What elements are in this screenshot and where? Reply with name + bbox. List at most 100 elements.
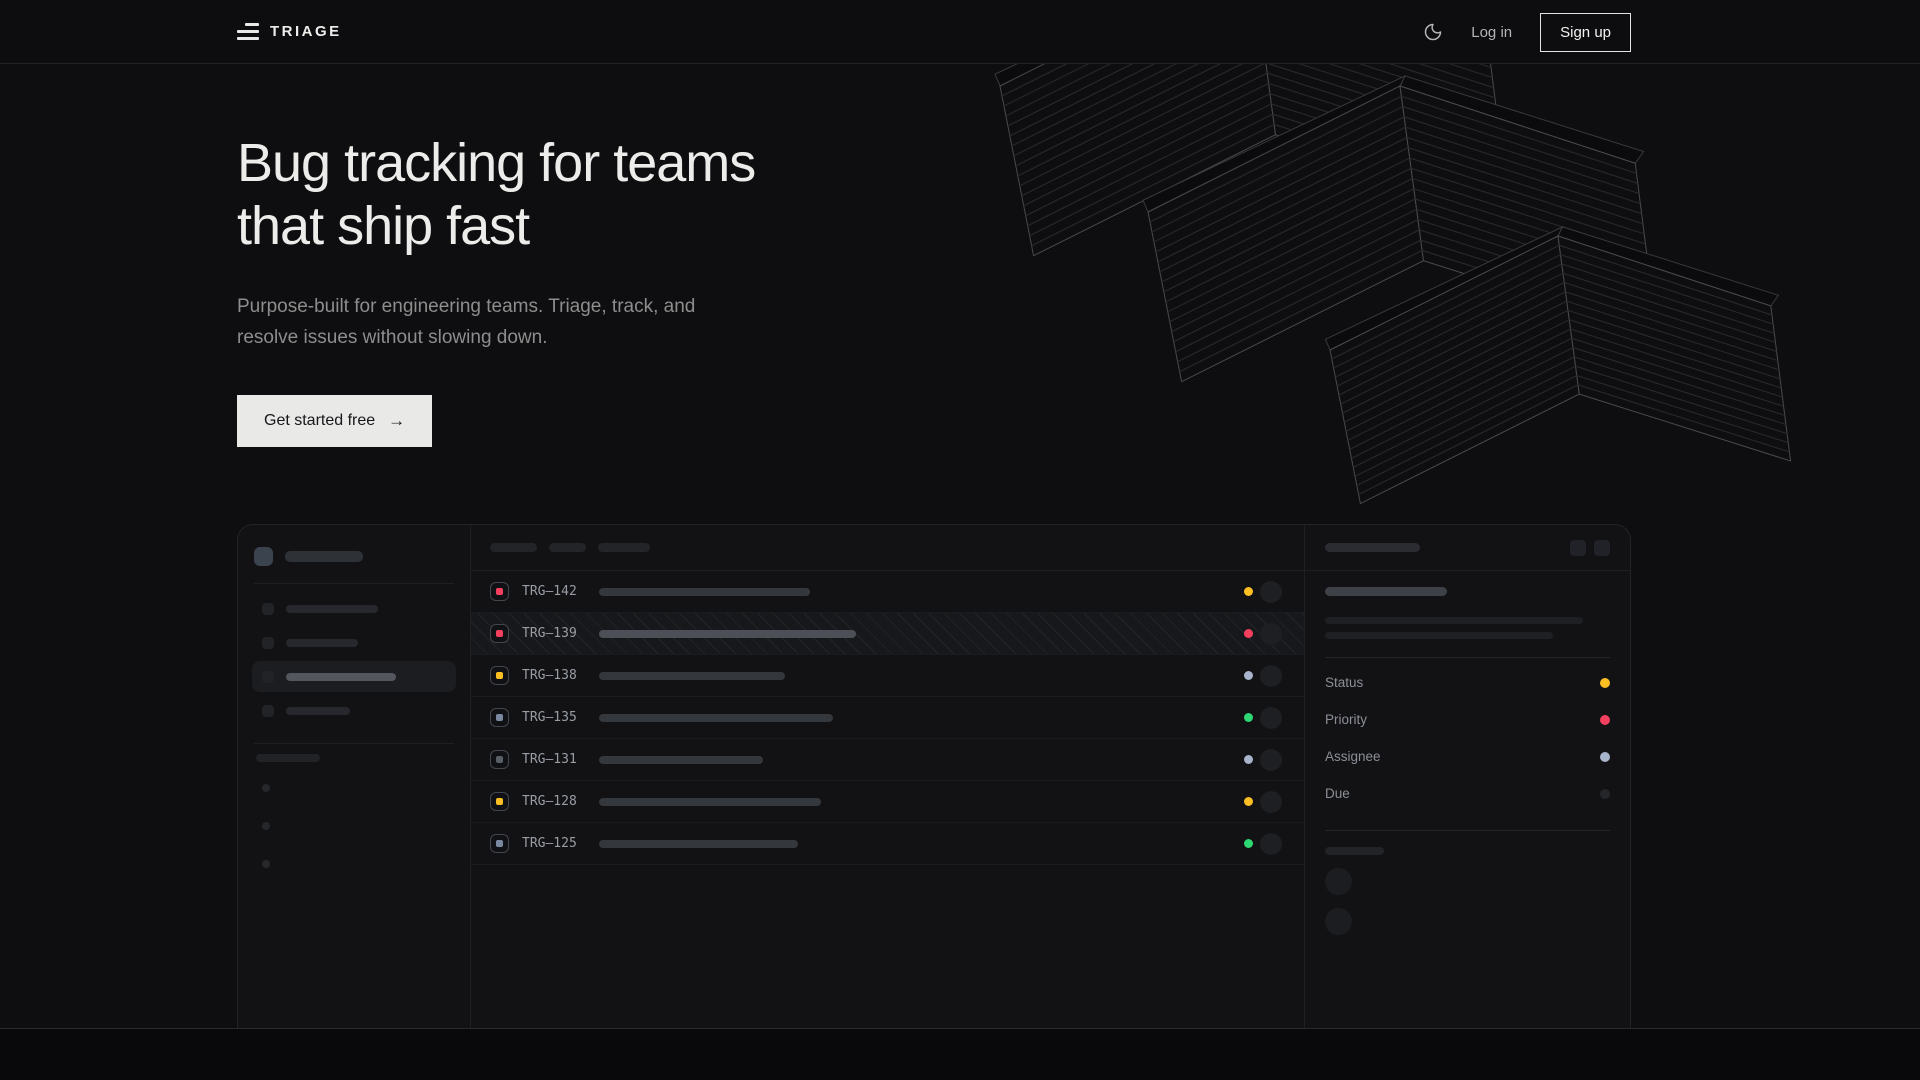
sidebar-item-icon: [262, 603, 274, 615]
issue-type-icon: [490, 666, 509, 685]
field-value-dot: [1600, 789, 1610, 799]
activity-avatar: [1325, 908, 1352, 935]
preview-sidebar: [238, 525, 471, 1028]
detail-fields: Status Priority Assignee Due: [1325, 664, 1610, 812]
assignee-avatar: [1260, 707, 1282, 729]
issue-row: TRG–125: [471, 823, 1304, 865]
sidebar-item: [252, 627, 456, 658]
issue-id: TRG–138: [522, 668, 590, 683]
sidebar-item: [252, 593, 456, 624]
issue-title-skeleton: [599, 840, 798, 848]
theme-toggle-button[interactable]: [1423, 22, 1443, 42]
issue-id: TRG–139: [522, 626, 590, 641]
sidebar-item-active: [252, 661, 456, 692]
assignee-avatar: [1260, 665, 1282, 687]
status-dot: [1244, 713, 1253, 722]
title-line-1: Bug tracking for teams: [237, 133, 755, 193]
status-dot: [1244, 839, 1253, 848]
workspace-switcher: [254, 547, 454, 566]
sidebar-bullet: [262, 784, 270, 792]
issue-id: TRG–135: [522, 710, 590, 725]
divider: [254, 743, 454, 744]
sidebar-item-icon: [262, 671, 274, 683]
detail-header: [1305, 525, 1630, 571]
sidebar-item-label-skeleton: [286, 707, 350, 715]
section-label-skeleton: [256, 754, 320, 762]
issue-detail-panel: Status Priority Assignee Due: [1305, 525, 1630, 1028]
field-label: Priority: [1325, 712, 1367, 727]
issue-id: TRG–142: [522, 584, 590, 599]
issue-type-icon: [490, 708, 509, 727]
issue-type-icon: [490, 834, 509, 853]
footer: [0, 1028, 1920, 1080]
moon-icon: [1423, 22, 1443, 42]
issue-type-icon: [490, 582, 509, 601]
panel-action-icon: [1594, 540, 1610, 556]
activity-label-skeleton: [1325, 847, 1384, 855]
detail-header-skeleton: [1325, 543, 1420, 552]
status-dot: [1244, 629, 1253, 638]
sidebar-item-label-skeleton: [286, 673, 396, 681]
issue-title-skeleton: [599, 798, 821, 806]
field-value-dot: [1600, 678, 1610, 688]
issue-id: TRG–125: [522, 836, 590, 851]
sidebar-item-label-skeleton: [286, 639, 358, 647]
issue-id: TRG–128: [522, 794, 590, 809]
hero-section: Bug tracking for teams that ship fast Pu…: [0, 64, 1920, 447]
arrow-right-icon: →: [388, 411, 405, 431]
login-link[interactable]: Log in: [1471, 24, 1512, 41]
status-dot: [1244, 797, 1253, 806]
issue-rows: TRG–142 TRG–139 TRG–138 TRG–135 TRG–131 TRG–1…: [471, 571, 1304, 865]
issue-row: TRG–139: [471, 613, 1304, 655]
app-preview-card: TRG–142 TRG–139 TRG–138 TRG–135 TRG–131 TRG–1…: [237, 524, 1631, 1028]
activity-avatar: [1325, 868, 1352, 895]
issue-title-skeleton: [599, 714, 833, 722]
field-label: Status: [1325, 675, 1363, 690]
issue-title-skeleton: [599, 588, 810, 596]
panel-action-icon: [1570, 540, 1586, 556]
workspace-name-skeleton: [285, 551, 363, 562]
issue-title-skeleton: [599, 672, 785, 680]
cta-label: Get started free: [264, 412, 375, 430]
detail-field-status: Status: [1325, 664, 1610, 701]
detail-body: Status Priority Assignee Due: [1305, 571, 1630, 935]
assignee-avatar: [1260, 791, 1282, 813]
issue-row: TRG–142: [471, 571, 1304, 613]
field-value-dot: [1600, 715, 1610, 725]
issue-description-skeleton: [1325, 632, 1553, 639]
field-label: Due: [1325, 786, 1350, 801]
issue-description-skeleton: [1325, 617, 1583, 624]
brand: TRIAGE: [237, 23, 342, 40]
get-started-button[interactable]: Get started free →: [237, 395, 432, 447]
detail-header-buttons: [1570, 540, 1610, 556]
issue-row: TRG–128: [471, 781, 1304, 823]
assignee-avatar: [1260, 749, 1282, 771]
issue-type-icon: [490, 624, 509, 643]
hero-subtitle: Purpose-built for engineering teams. Tri…: [237, 292, 717, 353]
issue-row: TRG–131: [471, 739, 1304, 781]
detail-field-due: Due: [1325, 775, 1610, 812]
issue-title-skeleton: [599, 756, 763, 764]
issue-row: TRG–138: [471, 655, 1304, 697]
sidebar-item-icon: [262, 637, 274, 649]
filter-tab-skeleton: [598, 543, 650, 552]
issue-title-skeleton: [599, 630, 856, 638]
assignee-avatar: [1260, 623, 1282, 645]
divider: [1325, 830, 1610, 831]
page-title: Bug tracking for teams that ship fast: [237, 132, 1920, 258]
sidebar-item-icon: [262, 705, 274, 717]
detail-field-assignee: Assignee: [1325, 738, 1610, 775]
issue-type-icon: [490, 750, 509, 769]
signup-button[interactable]: Sign up: [1540, 13, 1631, 52]
brand-name: TRIAGE: [270, 23, 342, 40]
issue-list-header: [471, 525, 1304, 571]
field-value-dot: [1600, 752, 1610, 762]
filter-tab-skeleton: [549, 543, 586, 552]
status-dot: [1244, 671, 1253, 680]
status-dot: [1244, 755, 1253, 764]
top-nav: TRIAGE Log in Sign up: [0, 0, 1920, 64]
issue-id: TRG–131: [522, 752, 590, 767]
issue-list-panel: TRG–142 TRG–139 TRG–138 TRG–135 TRG–131 TRG–1…: [471, 525, 1305, 1028]
workspace-avatar: [254, 547, 273, 566]
status-dot: [1244, 587, 1253, 596]
